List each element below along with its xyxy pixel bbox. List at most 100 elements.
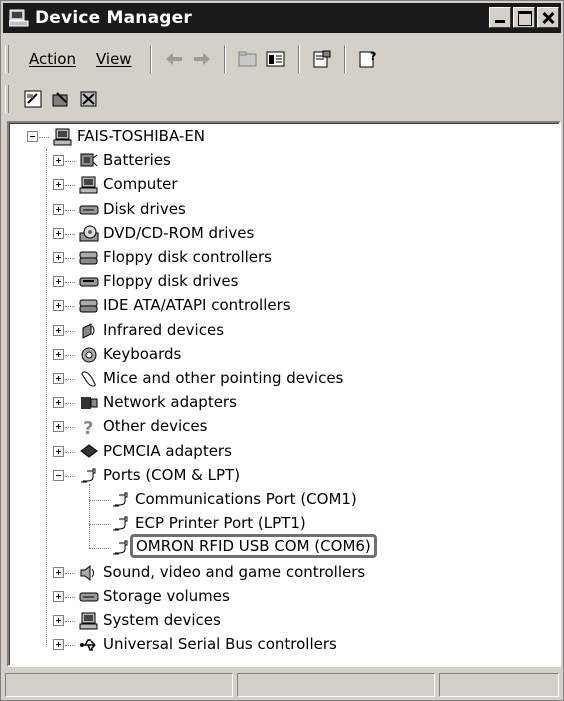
tree-category[interactable]: System devices — [9, 609, 559, 633]
collapse-icon[interactable] — [53, 469, 64, 481]
tree-device[interactable]: ECP Printer Port (LPT1) — [9, 512, 559, 536]
toolbar-grip[interactable] — [5, 45, 9, 73]
close-button[interactable] — [537, 7, 559, 28]
tree-connector — [65, 621, 75, 622]
expand-icon[interactable] — [53, 615, 64, 626]
tree-connector — [65, 427, 75, 429]
tree-category[interactable]: Infrared devices — [9, 319, 559, 343]
tree-category[interactable]: Computer — [9, 173, 559, 197]
tree-device-selected[interactable]: OMRON RFID USB COM (COM6) — [9, 534, 559, 560]
tree-category[interactable]: Disk drives — [9, 198, 559, 222]
computer-icon — [79, 176, 99, 194]
tree-connector — [89, 548, 109, 550]
tree-item-label: Infrared devices — [103, 320, 225, 339]
tree-connector — [89, 500, 109, 501]
tree-item-label: ECP Printer Port (LPT1) — [135, 514, 306, 533]
toolbar-separator — [149, 45, 152, 73]
device-manager-window: Device Manager Action View ? FAIS-TOSHIB… — [0, 0, 564, 701]
tree-category[interactable]: Storage volumes — [9, 585, 559, 609]
menu-action[interactable]: Action — [19, 46, 86, 72]
expand-icon[interactable] — [53, 300, 64, 312]
expand-icon[interactable] — [53, 155, 64, 167]
tree-category[interactable]: Floppy disk controllers — [9, 246, 559, 270]
tree-category[interactable]: Keyboards — [9, 343, 559, 367]
tree-category[interactable]: Mice and other pointing devices — [9, 367, 559, 391]
up-folder-icon[interactable] — [234, 45, 262, 73]
tree-device[interactable]: Communications Port (COM1) — [9, 488, 559, 512]
expand-icon[interactable] — [53, 348, 64, 360]
tree-category[interactable]: Network adapters — [9, 391, 559, 415]
toolbar-grip[interactable] — [5, 85, 9, 113]
tree-item-label: System devices — [103, 611, 221, 629]
tree-item-label: Batteries — [103, 151, 171, 170]
tree-category[interactable]: Floppy disk drives — [9, 270, 559, 294]
expand-icon[interactable] — [53, 203, 64, 215]
collapse-icon[interactable] — [27, 131, 38, 142]
infrared-icon — [79, 322, 99, 340]
port-icon — [111, 539, 131, 557]
expand-icon[interactable] — [53, 639, 64, 651]
expand-icon[interactable] — [53, 445, 64, 457]
tree-root[interactable]: FAIS-TOSHIBA-EN — [9, 125, 559, 149]
tree-category[interactable]: Ports (COM & LPT) — [9, 464, 559, 488]
expand-icon[interactable] — [53, 324, 64, 336]
forward-arrow-icon[interactable] — [188, 45, 216, 73]
floppy-drive-icon — [79, 273, 99, 291]
expand-icon[interactable] — [53, 179, 64, 191]
storage-icon — [79, 588, 99, 606]
tree-item-label: Floppy disk drives — [103, 272, 239, 291]
tree-category[interactable]: DVD/CD-ROM drives — [9, 222, 559, 246]
properties-icon[interactable] — [308, 45, 336, 73]
cdrom-icon — [79, 225, 99, 243]
mouse-icon — [79, 370, 99, 388]
svg-text:?: ? — [370, 50, 376, 63]
tree-item-label: Network adapters — [103, 393, 237, 412]
tree-category[interactable]: ? Other devices — [9, 415, 559, 439]
expand-icon[interactable] — [53, 227, 64, 239]
tree-item-label: Universal Serial Bus controllers — [103, 635, 337, 654]
tree-item-label: Disk drives — [103, 199, 186, 218]
expand-icon[interactable] — [53, 397, 64, 409]
help-icon[interactable]: ? — [354, 45, 382, 73]
tree-item-label: Communications Port (COM1) — [135, 490, 357, 508]
toolbar-separator — [223, 45, 226, 73]
tree-category[interactable]: Universal Serial Bus controllers — [9, 633, 559, 657]
expand-icon[interactable] — [53, 373, 64, 384]
tree-item-label: Keyboards — [103, 344, 182, 363]
back-arrow-icon[interactable] — [160, 45, 188, 73]
minimize-button[interactable] — [489, 7, 511, 28]
toolbar-separator — [297, 45, 300, 73]
menu-view[interactable]: View — [86, 46, 142, 72]
action-toolbar — [5, 81, 559, 117]
sound-icon — [79, 564, 99, 582]
tree-category[interactable]: Sound, video and game controllers — [9, 561, 559, 585]
tree-item-label: FAIS-TOSHIBA-EN — [77, 127, 206, 145]
device-tree[interactable]: FAIS-TOSHIBA-EN Batteries Computer Disk dri… — [7, 121, 561, 667]
expand-icon[interactable] — [53, 276, 64, 288]
tree-category[interactable]: IDE ATA/ATAPI controllers — [9, 294, 559, 318]
tree-connector — [65, 572, 75, 574]
keyboard-icon — [79, 346, 99, 364]
title-bar[interactable]: Device Manager — [3, 3, 561, 33]
port-icon — [111, 491, 131, 509]
update-driver-icon[interactable] — [47, 85, 75, 113]
computer-icon — [53, 128, 73, 146]
show-hide-tree-icon[interactable] — [262, 45, 290, 73]
device-manager-icon — [8, 9, 29, 27]
menu-bar: Action View ? — [5, 41, 559, 77]
usb-icon — [79, 636, 99, 654]
maximize-button[interactable] — [513, 7, 535, 28]
expand-icon[interactable] — [53, 421, 64, 433]
expand-icon[interactable] — [53, 590, 64, 602]
tree-connector — [65, 258, 75, 259]
tree-category[interactable]: PCMCIA adapters — [9, 440, 559, 464]
scan-hardware-icon[interactable] — [19, 85, 47, 113]
expand-icon[interactable] — [53, 252, 64, 263]
tree-connector — [65, 233, 75, 235]
uninstall-icon[interactable] — [75, 85, 103, 113]
port-icon — [79, 467, 99, 485]
svg-text:?: ? — [83, 418, 93, 436]
tree-connector — [65, 209, 75, 211]
tree-category[interactable]: Batteries — [9, 149, 559, 173]
expand-icon[interactable] — [53, 566, 64, 578]
